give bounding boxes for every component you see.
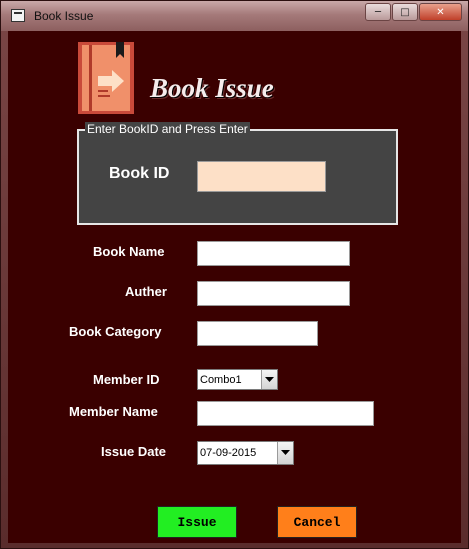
- auther-label: Auther: [125, 284, 167, 299]
- dropdown-arrow-icon[interactable]: [277, 442, 293, 464]
- member-id-label: Member ID: [93, 372, 160, 387]
- cancel-button[interactable]: Cancel: [277, 506, 357, 538]
- book-category-label: Book Category: [69, 324, 162, 339]
- book-category-text[interactable]: [198, 322, 317, 345]
- book-name-text[interactable]: [198, 242, 349, 265]
- member-id-combo[interactable]: Combo1: [197, 369, 278, 390]
- window-controls: ─ □ ✕: [364, 3, 462, 21]
- auther-text[interactable]: [198, 282, 349, 305]
- book-id-input[interactable]: [197, 161, 326, 192]
- book-category-input[interactable]: [197, 321, 318, 346]
- issue-date-value: 07-09-2015: [200, 447, 257, 459]
- issue-date-label: Issue Date: [101, 444, 167, 459]
- auther-input[interactable]: [197, 281, 350, 306]
- minimize-button[interactable]: ─: [365, 3, 391, 21]
- book-issue-window: Book Issue ─ □ ✕ Book Issue Enter BookID…: [0, 0, 469, 549]
- book-name-label: Book Name: [93, 244, 165, 259]
- title-bar[interactable]: Book Issue ─ □ ✕: [1, 1, 468, 31]
- close-button[interactable]: ✕: [419, 3, 462, 21]
- member-id-value: Combo1: [200, 373, 242, 386]
- book-id-text[interactable]: [198, 162, 325, 191]
- book-arrow-icon: [78, 42, 134, 114]
- page-heading: Book Issue: [150, 73, 274, 103]
- dropdown-arrow-icon[interactable]: [261, 370, 277, 389]
- issue-button[interactable]: Issue: [157, 506, 237, 538]
- issue-date-picker[interactable]: 07-09-2015: [197, 441, 294, 465]
- member-name-text[interactable]: [198, 402, 373, 425]
- book-name-input[interactable]: [197, 241, 350, 266]
- maximize-button[interactable]: □: [392, 3, 418, 21]
- groupbox-legend: Enter BookID and Press Enter: [85, 122, 250, 136]
- book-id-label: Book ID: [109, 165, 170, 182]
- app-icon: [11, 9, 25, 22]
- member-name-input[interactable]: [197, 401, 374, 426]
- member-name-label: Member Name: [69, 404, 158, 419]
- window-title: Book Issue: [34, 9, 94, 23]
